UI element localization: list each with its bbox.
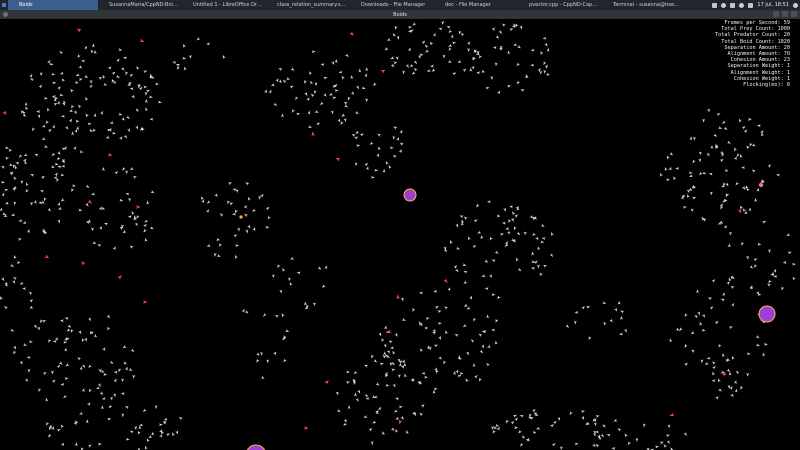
draw-icon — [186, 3, 191, 8]
stat-label: Cohesion Weight — [733, 75, 781, 82]
stat-label: Flocking(ms) — [743, 82, 781, 89]
network-icon[interactable] — [721, 2, 727, 8]
stat-label: Frames per Second — [724, 20, 778, 26]
folder-icon — [438, 3, 443, 8]
taskbar-item-label: Downloads - File Manager — [361, 2, 426, 8]
stat-label: Total Predator Count — [715, 32, 778, 39]
window-app-icon[interactable] — [3, 12, 8, 17]
taskbar-item[interactable]: Boids — [8, 0, 98, 10]
stat-label: Total Prey Count — [721, 26, 772, 33]
clock[interactable]: 17 Jul, 18:51 — [757, 2, 789, 8]
window-title: Boids — [393, 11, 407, 18]
taskbar-item[interactable]: Terminal - susanna@tower... — [602, 0, 686, 10]
firefox-icon — [102, 3, 107, 8]
vscode-icon — [522, 3, 527, 8]
terminal-icon — [606, 3, 611, 8]
taskbar: Boids SusannaMaria/CppND-Boid... Untitled … — [0, 0, 800, 10]
taskbar-item-label: Untitled 1 - LibreOffice Draw — [193, 2, 262, 8]
taskbar-item[interactable]: Downloads - File Manager — [350, 0, 434, 10]
folder-icon — [354, 3, 359, 8]
obstacle — [758, 182, 764, 188]
power-icon[interactable] — [793, 2, 798, 8]
stat-value: 1 — [786, 69, 790, 76]
obstacle — [239, 215, 243, 219]
stats-overlay: Frames per Second: 59 Total Prey Count: 1… — [715, 20, 790, 88]
app-icon — [12, 3, 17, 8]
stat-label: Cohesion Amount — [730, 57, 778, 64]
system-tray: 17 Jul, 18:51 — [712, 0, 798, 10]
applications-menu-button[interactable] — [0, 0, 8, 10]
taskbar-item-label: SusannaMaria/CppND-Boid... — [109, 2, 178, 8]
obstacle — [758, 305, 776, 323]
stat-value: 0 — [786, 82, 790, 89]
task-list: Boids SusannaMaria/CppND-Boid... Untitled … — [8, 0, 686, 10]
stat-value: 70 — [783, 51, 790, 58]
stat-label: Alignment Amount — [727, 51, 778, 58]
bluetooth-icon[interactable] — [730, 2, 736, 8]
taskbar-item-label: class_relation_summary.svg... — [277, 2, 346, 8]
taskbar-item-label: doc - File Manager — [445, 2, 491, 8]
taskbar-item-label: Terminal - susanna@tower... — [613, 2, 682, 8]
maximize-button[interactable] — [782, 11, 788, 17]
stat-value: 1 — [786, 75, 790, 82]
minimize-button[interactable] — [773, 11, 779, 17]
applications-menu-icon — [2, 3, 6, 7]
stat-value: 20 — [783, 44, 790, 51]
close-button[interactable] — [791, 11, 797, 17]
taskbar-item[interactable]: pvector.cpp - CppND-Caps... — [518, 0, 602, 10]
obstacle — [403, 188, 417, 202]
stat-value: 1 — [786, 63, 790, 70]
taskbar-item-label: pvector.cpp - CppND-Caps... — [529, 2, 598, 8]
taskbar-item[interactable]: doc - File Manager — [434, 0, 518, 10]
stat-value: 20 — [783, 32, 790, 39]
stat-label: Separation Amount — [724, 44, 778, 51]
stat-label: Separation Weight — [727, 63, 781, 70]
battery-icon[interactable] — [748, 2, 754, 8]
stat-value: 1000 — [777, 26, 791, 33]
window-controls — [773, 11, 797, 17]
notification-icon[interactable] — [712, 2, 718, 8]
image-icon — [270, 3, 275, 8]
taskbar-item[interactable]: class_relation_summary.svg... — [266, 0, 350, 10]
stat-value: 23 — [783, 57, 790, 64]
canvas-background — [0, 19, 800, 450]
stat-label: Total Boid Count — [721, 38, 772, 45]
taskbar-item[interactable]: Untitled 1 - LibreOffice Draw — [182, 0, 266, 10]
stat-value: 1020 — [777, 38, 791, 45]
stat-label: Alignment Weight — [730, 69, 781, 76]
taskbar-item-label: Boids — [19, 2, 33, 8]
boids-field — [0, 19, 800, 450]
window-titlebar[interactable]: Boids — [0, 10, 800, 19]
taskbar-item[interactable]: SusannaMaria/CppND-Boid... — [98, 0, 182, 10]
volume-icon[interactable] — [739, 2, 745, 8]
stat-row: Flocking(ms): 0 — [743, 82, 790, 89]
stat-value: 59 — [783, 20, 790, 26]
boids-simulation-canvas[interactable] — [0, 19, 800, 450]
